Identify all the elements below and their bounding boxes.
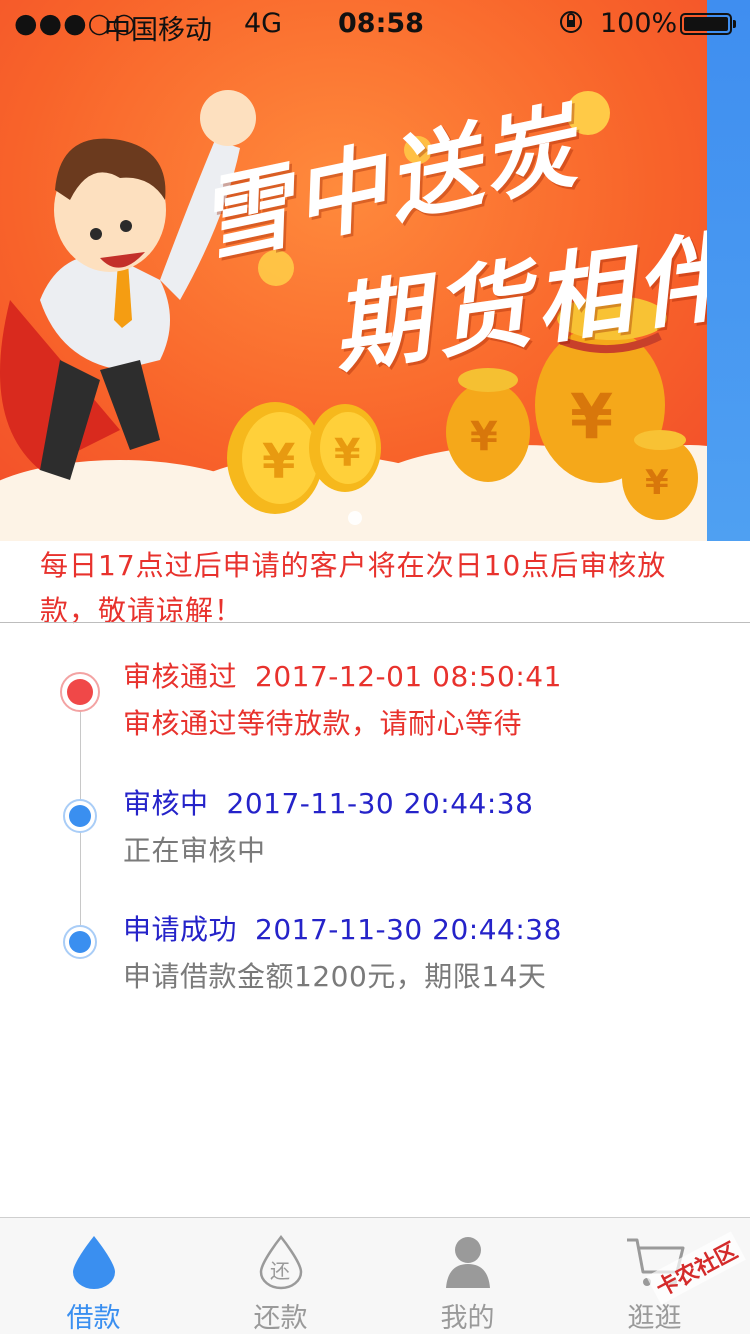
battery-icon — [680, 13, 736, 35]
next-banner-peek — [707, 0, 750, 541]
tab-label: 逛逛 — [627, 1303, 682, 1334]
timeline-desc: 审核通过等待放款，请耐心等待 — [123, 707, 523, 740]
notice-divider — [0, 622, 750, 623]
carousel-page-dot[interactable] — [348, 511, 362, 525]
svg-text:¥: ¥ — [470, 414, 498, 460]
status-time: 08:58 — [338, 8, 424, 39]
timeline-status: 审核通过 — [123, 660, 238, 693]
tab-label: 借款 — [66, 1303, 121, 1334]
timeline-item-title: 审核通过 2017-12-01 08:50:41 — [123, 655, 562, 695]
timeline-status: 申请成功 — [123, 913, 238, 946]
drop-icon — [71, 1234, 117, 1294]
network-type: 4G — [244, 8, 283, 39]
tab-repay[interactable]: 还 还款 — [187, 1218, 374, 1335]
battery-percentage: 100% — [600, 8, 678, 39]
rotation-lock-icon — [558, 9, 584, 41]
timeline-time: 2017-12-01 08:50:41 — [255, 660, 562, 693]
timeline-time: 2017-11-30 20:44:38 — [255, 913, 562, 946]
tab-mine[interactable]: 我的 — [374, 1218, 561, 1335]
tab-label: 我的 — [440, 1303, 495, 1334]
timeline-dot-current — [60, 672, 100, 712]
svg-text:¥: ¥ — [645, 463, 669, 503]
svg-text:¥: ¥ — [262, 434, 295, 490]
tab-loan[interactable]: 借款 — [0, 1218, 187, 1335]
svg-text:¥: ¥ — [570, 380, 613, 453]
timeline-status: 审核中 — [123, 787, 209, 820]
timeline-time: 2017-11-30 20:44:38 — [226, 787, 534, 820]
carrier-name: 中国移动 — [104, 15, 212, 46]
repay-icon: 还 — [258, 1234, 304, 1294]
promo-banner[interactable]: ¥ ¥ ¥ ¥ ¥ 雪中送炭 期货相伴 ●●●○○ 中国移动 4G 08:58 … — [0, 0, 750, 541]
tab-label: 还款 — [253, 1303, 308, 1334]
status-bar: ●●●○○ 中国移动 4G 08:58 100% — [0, 0, 750, 50]
notice-text: 每日17点过后申请的客户将在次日10点后审核放款，敬请谅解！ — [40, 549, 667, 627]
svg-text:¥: ¥ — [334, 431, 360, 475]
bottom-tab-bar: 借款 还 还款 我的 逛逛 — [0, 1217, 750, 1334]
timeline-dot — [63, 799, 97, 833]
timeline-item-title: 审核中 2017-11-30 20:44:38 — [123, 782, 533, 822]
svg-text:还: 还 — [270, 1259, 290, 1283]
person-icon — [444, 1234, 492, 1294]
timeline-dot — [63, 925, 97, 959]
timeline-desc: 正在审核中 — [123, 834, 266, 867]
timeline-desc: 申请借款金额1200元，期限14天 — [123, 960, 547, 993]
timeline-item-title: 申请成功 2017-11-30 20:44:38 — [123, 908, 562, 948]
